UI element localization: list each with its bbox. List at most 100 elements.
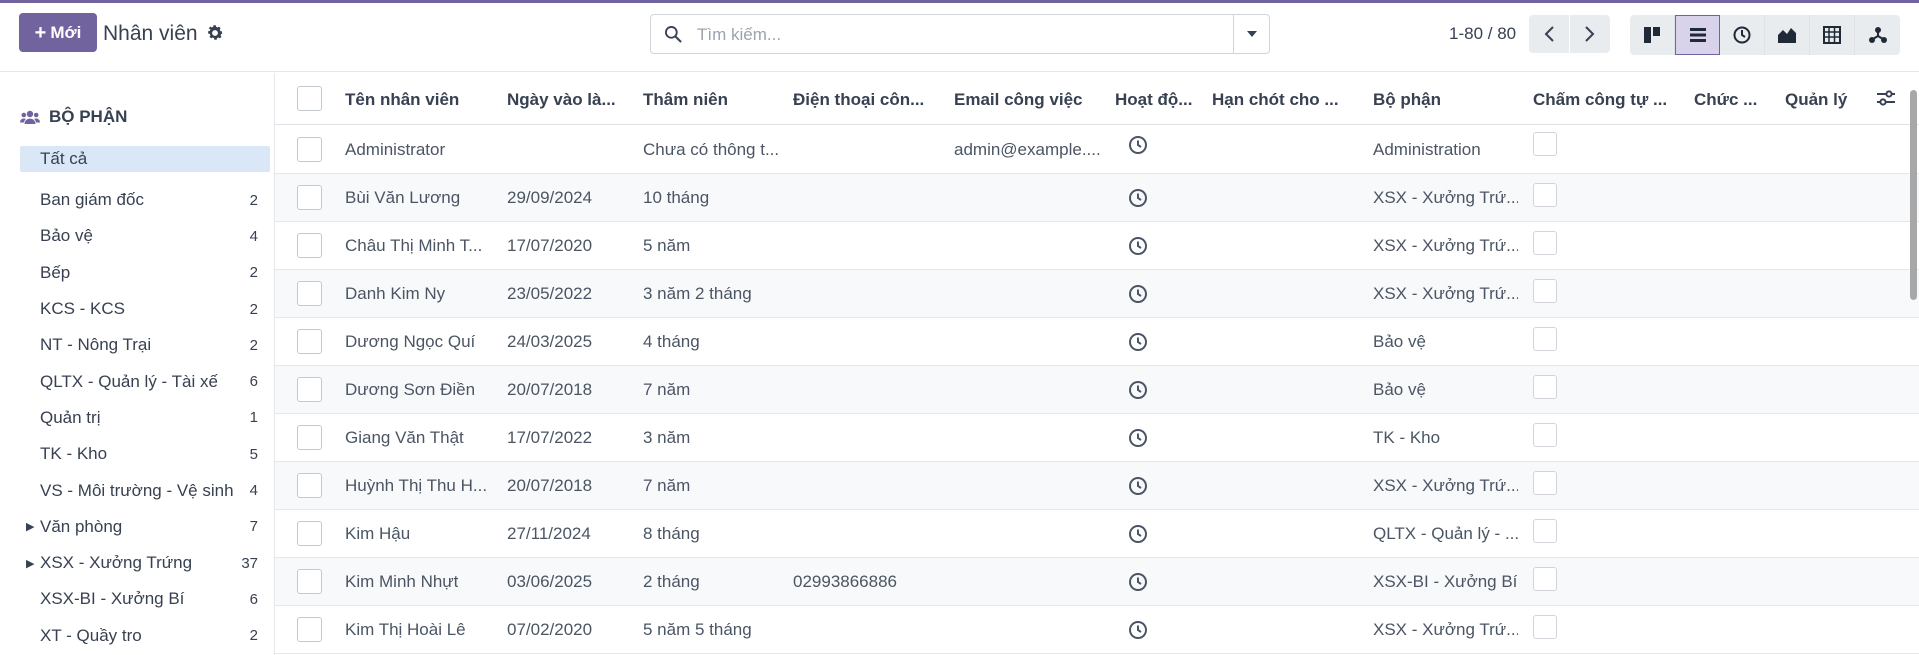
chevron-right-icon (1585, 26, 1595, 42)
sidebar-item[interactable]: ▶ XSX - Xưởng Trứng 37 (20, 545, 270, 581)
activity-clock-icon[interactable] (1128, 428, 1148, 448)
row-checkbox[interactable] (297, 569, 322, 594)
start-date: 27/11/2024 (507, 524, 591, 543)
pivot-view-button[interactable] (1810, 15, 1855, 55)
table-row[interactable]: Kim Thị Hoài Lê 07/02/2020 5 năm 5 tháng XS… (275, 606, 1919, 654)
activity-clock-icon[interactable] (1128, 284, 1148, 304)
row-checkbox[interactable] (297, 617, 322, 642)
table-row[interactable]: Huỳnh Thị Thu H... 20/07/2018 7 năm XSX - X… (275, 462, 1919, 510)
auto-attendance-checkbox[interactable] (1533, 183, 1557, 207)
row-checkbox[interactable] (297, 185, 322, 210)
activity-clock-icon[interactable] (1128, 332, 1148, 352)
row-checkbox[interactable] (297, 473, 322, 498)
row-checkbox[interactable] (297, 233, 322, 258)
breadcrumb[interactable]: Nhân viên (103, 22, 198, 46)
hierarchy-view-button[interactable] (1855, 15, 1900, 55)
row-checkbox[interactable] (297, 281, 322, 306)
activity-clock-icon[interactable] (1128, 380, 1148, 400)
seniority: 7 năm (643, 380, 691, 399)
sidebar-item[interactable]: XT - Quầy tro 2 (20, 618, 270, 654)
department: XSX - Xưởng Trứ... (1373, 284, 1518, 303)
sidebar-item[interactable]: ▶ Văn phòng 7 (20, 509, 270, 545)
column-header[interactable]: Email công việc (954, 90, 1083, 110)
department: XSX - Xưởng Trứ... (1373, 620, 1518, 639)
vertical-scrollbar[interactable] (1910, 90, 1917, 300)
table-row[interactable]: Châu Thị Minh T... 17/07/2020 5 năm XSX - X… (275, 222, 1919, 270)
graph-view-button[interactable] (1765, 15, 1810, 55)
table-row[interactable]: Kim Minh Nhựt 03/06/2025 2 tháng 0299386688… (275, 558, 1919, 606)
kanban-view-button[interactable] (1630, 15, 1675, 55)
column-header[interactable]: Chức ... (1694, 90, 1757, 110)
column-header[interactable]: Ngày vào là... (507, 90, 616, 110)
activity-clock-icon[interactable] (1128, 188, 1148, 208)
table-row[interactable]: Danh Kim Ny 23/05/2022 3 năm 2 tháng XSX - … (275, 270, 1919, 318)
select-all-checkbox[interactable] (297, 86, 322, 111)
auto-attendance-checkbox[interactable] (1533, 279, 1557, 303)
auto-attendance-checkbox[interactable] (1533, 567, 1557, 591)
table-row[interactable]: Dương Sơn Điền 20/07/2018 7 năm Bảo vệ (275, 366, 1919, 414)
table-row[interactable]: Giang Văn Thật 17/07/2022 3 năm TK - Kho (275, 414, 1919, 462)
sidebar-item[interactable]: XSX-BI - Xưởng Bí 6 (20, 581, 270, 617)
graph-icon (1778, 28, 1796, 43)
search-input[interactable]: Tìm kiếm... (697, 25, 781, 45)
column-header[interactable]: Quản lý (1785, 90, 1847, 110)
caret-right-icon[interactable]: ▶ (26, 557, 34, 570)
column-header[interactable]: Chấm công tự ... (1533, 90, 1667, 110)
activity-clock-icon[interactable] (1128, 524, 1148, 544)
row-checkbox[interactable] (297, 329, 322, 354)
sidebar-item[interactable]: Bếp 2 (20, 255, 270, 291)
table-row[interactable]: Dương Ngọc Quí 24/03/2025 4 tháng Bảo vệ (275, 318, 1919, 366)
optional-columns-icon[interactable] (1875, 87, 1897, 109)
sidebar-item-label: VS - Môi trường - Vệ sinh (40, 480, 234, 500)
auto-attendance-checkbox[interactable] (1533, 132, 1557, 156)
row-checkbox[interactable] (297, 425, 322, 450)
auto-attendance-checkbox[interactable] (1533, 327, 1557, 351)
sidebar-item[interactable]: TK - Kho 5 (20, 436, 270, 472)
search-options-toggle[interactable] (1233, 15, 1269, 53)
column-header[interactable]: Tên nhân viên (345, 90, 459, 110)
sidebar-item[interactable]: Quản trị 1 (20, 400, 270, 436)
sidebar-item[interactable]: Bảo vệ 4 (20, 218, 270, 254)
activity-clock-icon[interactable] (1128, 135, 1148, 155)
column-header[interactable]: Hoạt độ... (1115, 90, 1192, 110)
table-row[interactable]: Administrator Chưa có thông t... admin@exa… (275, 126, 1919, 174)
activity-clock-icon[interactable] (1128, 476, 1148, 496)
auto-attendance-checkbox[interactable] (1533, 423, 1557, 447)
sidebar-item-label: Bảo vệ (40, 226, 93, 246)
pager-previous-button[interactable] (1529, 15, 1569, 53)
auto-attendance-checkbox[interactable] (1533, 471, 1557, 495)
row-checkbox[interactable] (297, 521, 322, 546)
activity-clock-icon[interactable] (1128, 620, 1148, 640)
control-panel: + Mới Nhân viên Tìm kiếm... 1-80 / 80 (0, 3, 1919, 72)
table-row[interactable]: Kim Hậu 27/11/2024 8 tháng QLTX - Quản lý -… (275, 510, 1919, 558)
start-date: 20/07/2018 (507, 380, 593, 399)
auto-attendance-checkbox[interactable] (1533, 375, 1557, 399)
gear-icon[interactable] (205, 23, 225, 43)
sidebar-item[interactable]: NT - Nông Trại 2 (20, 327, 270, 363)
new-button[interactable]: + Mới (19, 13, 97, 52)
auto-attendance-checkbox[interactable] (1533, 231, 1557, 255)
list-view-button[interactable] (1675, 15, 1720, 55)
pager-next-button[interactable] (1570, 15, 1610, 53)
activity-clock-icon[interactable] (1128, 572, 1148, 592)
auto-attendance-checkbox[interactable] (1533, 519, 1557, 543)
list-icon (1689, 28, 1706, 42)
sidebar-item[interactable]: QLTX - Quản lý - Tài xế 6 (20, 363, 270, 399)
column-header[interactable]: Hạn chót cho ... (1212, 90, 1339, 110)
pager-value[interactable]: 1-80 / 80 (1449, 24, 1516, 44)
row-checkbox[interactable] (297, 377, 322, 402)
sidebar-item[interactable]: Tất cả (20, 146, 270, 172)
table-row[interactable]: Bùi Văn Lương 29/09/2024 10 tháng XSX - Xưở… (275, 174, 1919, 222)
caret-right-icon[interactable]: ▶ (26, 520, 34, 533)
column-header[interactable]: Bộ phận (1373, 90, 1441, 110)
column-header[interactable]: Thâm niên (643, 90, 728, 110)
sidebar-item[interactable]: KCS - KCS 2 (20, 291, 270, 327)
row-checkbox[interactable] (297, 137, 322, 162)
auto-attendance-checkbox[interactable] (1533, 615, 1557, 639)
activity-view-button[interactable] (1720, 15, 1765, 55)
search-bar[interactable]: Tìm kiếm... (650, 14, 1270, 54)
column-header[interactable]: Điện thoại côn... (793, 90, 924, 110)
sidebar-item[interactable]: VS - Môi trường - Vệ sinh 4 (20, 472, 270, 508)
sidebar-item[interactable]: Ban giám đốc 2 (20, 182, 270, 218)
activity-clock-icon[interactable] (1128, 236, 1148, 256)
